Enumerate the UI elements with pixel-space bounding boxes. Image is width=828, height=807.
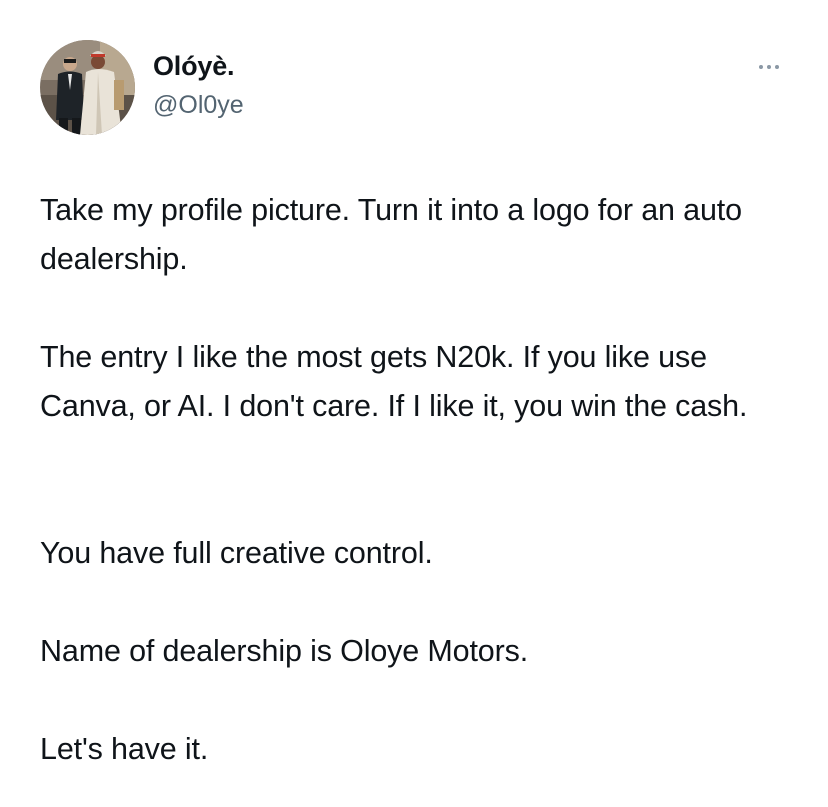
tweet-text-paragraph: Let's have it. bbox=[40, 732, 209, 766]
tweet-text-paragraph: You have full creative control. bbox=[40, 536, 433, 570]
avatar[interactable] bbox=[40, 40, 135, 135]
more-dot bbox=[775, 65, 779, 69]
tweet-text-paragraph: The entry I like the most gets N20k. If … bbox=[40, 340, 748, 423]
more-dot bbox=[767, 65, 771, 69]
tweet-text-paragraph: Name of dealership is Oloye Motors. bbox=[40, 634, 529, 668]
more-options-icon[interactable] bbox=[748, 52, 790, 82]
author-handle[interactable]: @Ol0ye bbox=[153, 89, 244, 121]
profile-photo-icon bbox=[40, 40, 135, 135]
tweet-text-paragraph: Take my profile picture. Turn it into a … bbox=[40, 193, 751, 276]
more-dot bbox=[759, 65, 763, 69]
author-display-name[interactable]: Olóyè. bbox=[153, 49, 235, 83]
tweet: Olóyè. @Ol0ye Take my profile picture. T… bbox=[0, 0, 828, 807]
